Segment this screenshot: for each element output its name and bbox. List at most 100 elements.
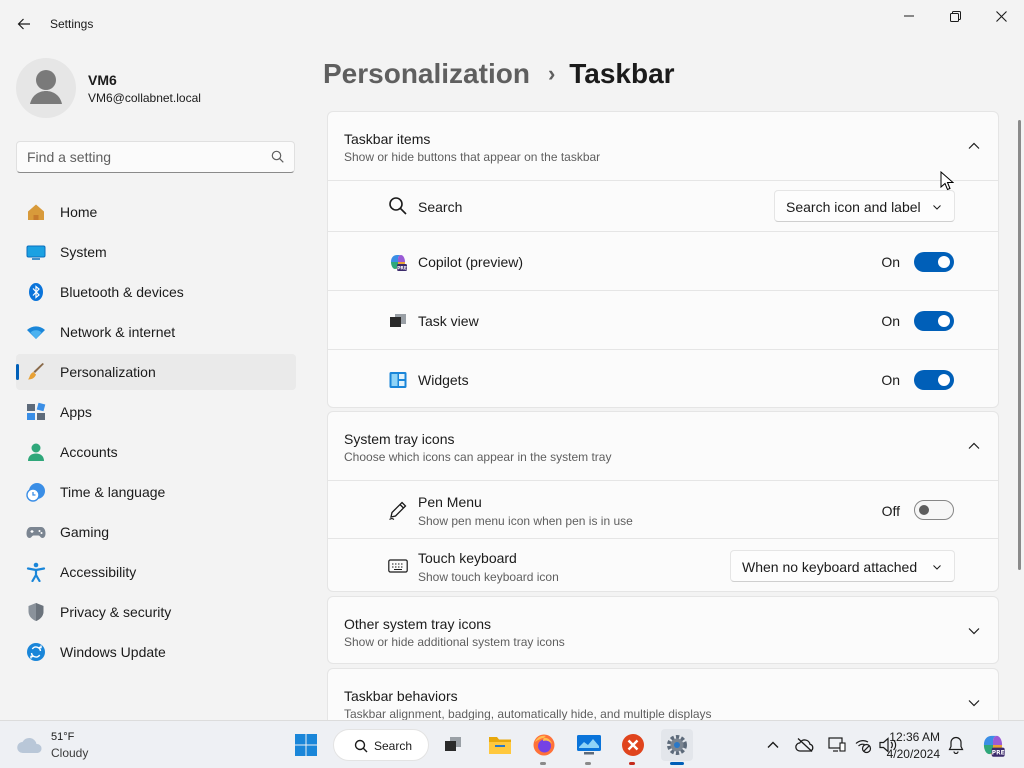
chevron-up-icon (767, 741, 779, 748)
notifications-button[interactable] (946, 735, 966, 755)
setting-description: Show pen menu icon when pen is in use (418, 514, 633, 528)
mouse-cursor-icon (940, 171, 954, 191)
toggle-state-text: On (881, 254, 900, 270)
sidebar-item-label: Bluetooth & devices (60, 284, 184, 300)
task-view-toggle[interactable] (914, 311, 954, 331)
chevron-down-icon (933, 205, 941, 210)
pen-menu-toggle[interactable] (914, 500, 954, 520)
taskbar-items-section: Taskbar items Show or hide buttons that … (327, 111, 999, 408)
sidebar-item-privacy-security[interactable]: Privacy & security (16, 594, 296, 630)
widgets-setting-row: Widgets On (328, 349, 998, 408)
clock-date[interactable]: 4/20/2024 (887, 747, 940, 761)
section-title: Taskbar behaviors (344, 688, 458, 704)
wifi-icon (27, 326, 45, 339)
setting-label: Touch keyboard (418, 550, 517, 566)
taskbar-behaviors-section[interactable]: Taskbar behaviors Taskbar alignment, bad… (327, 668, 999, 721)
running-indicator (629, 762, 635, 765)
settings-gear-icon (667, 735, 687, 755)
user-name: VM6 (88, 72, 117, 88)
search-icon (354, 739, 368, 753)
sidebar-item-apps[interactable]: Apps (16, 394, 296, 430)
setting-label: Task view (418, 313, 479, 329)
page-title: Taskbar (569, 58, 675, 89)
user-email: VM6@collabnet.local (88, 91, 201, 105)
taskbar-items-header[interactable]: Taskbar items Show or hide buttons that … (328, 112, 998, 180)
display-icon (828, 737, 846, 752)
sidebar-item-label: Windows Update (60, 644, 166, 660)
network-tray-button[interactable] (853, 735, 873, 755)
sidebar-item-label: Accounts (60, 444, 118, 460)
find-setting-search[interactable] (16, 141, 295, 173)
sidebar-item-accounts[interactable]: Accounts (16, 434, 296, 470)
widgets-toggle[interactable] (914, 370, 954, 390)
scrollbar[interactable] (1018, 120, 1021, 570)
firefox-button[interactable] (528, 729, 560, 765)
touch-keyboard-dropdown[interactable]: When no keyboard attached (730, 550, 955, 582)
setting-label: Search (418, 199, 463, 215)
close-button[interactable] (978, 0, 1024, 32)
sidebar-item-label: Apps (60, 404, 92, 420)
sidebar-item-gaming[interactable]: Gaming (16, 514, 296, 550)
chevron-down-icon (933, 565, 941, 570)
onedrive-tray-button[interactable] (795, 735, 815, 755)
task-view-icon (390, 314, 406, 327)
start-button[interactable] (290, 729, 322, 761)
windows-taskbar: 51°F Cloudy Search 12:36 AM 4/20/2024 PR… (0, 720, 1024, 768)
maximize-button[interactable] (932, 0, 978, 32)
taskbar-search[interactable]: Search (333, 729, 429, 761)
back-arrow-icon (17, 18, 30, 30)
running-indicator (540, 762, 546, 765)
search-input[interactable] (27, 148, 267, 166)
setting-description: Show touch keyboard icon (418, 570, 559, 584)
copilot-toggle[interactable] (914, 252, 954, 272)
accounts-icon (28, 443, 44, 461)
error-app-button[interactable] (617, 729, 649, 765)
sidebar-item-accessibility[interactable]: Accessibility (16, 554, 296, 590)
user-avatar-icon (30, 70, 62, 104)
section-title: Taskbar items (344, 131, 431, 147)
minimize-button[interactable] (886, 0, 932, 32)
setting-label: Widgets (418, 372, 469, 388)
widgets-icon (389, 372, 407, 388)
error-app-icon (622, 734, 644, 756)
copilot-taskbar-button[interactable]: PRE (980, 732, 1006, 758)
toggle-state-text: On (881, 313, 900, 329)
sidebar-item-bluetooth-devices[interactable]: Bluetooth & devices (16, 274, 296, 310)
section-subtitle: Show or hide buttons that appear on the … (344, 150, 601, 164)
sidebar-item-personalization[interactable]: Personalization (16, 354, 296, 390)
gamepad-icon (26, 527, 46, 538)
search-icon (271, 150, 284, 168)
settings-taskbar-button[interactable] (661, 729, 693, 765)
breadcrumb-parent[interactable]: Personalization (323, 58, 530, 90)
file-explorer-icon (489, 737, 511, 754)
section-subtitle: Taskbar alignment, badging, automaticall… (344, 707, 712, 721)
avatar[interactable] (16, 58, 76, 118)
setting-label: Copilot (preview) (418, 254, 524, 270)
sidebar-item-label: Network & internet (60, 324, 176, 340)
system-tray-icons-header[interactable]: System tray icons Choose which icons can… (328, 412, 998, 480)
copilot-icon: PRE (391, 255, 407, 271)
other-system-tray-icons-section[interactable]: Other system tray icons Show or hide add… (327, 596, 999, 664)
pen-icon (389, 501, 407, 520)
update-icon (27, 643, 45, 661)
back-button[interactable] (12, 12, 36, 36)
file-explorer-button[interactable] (484, 729, 516, 761)
cloud-icon (17, 737, 42, 754)
sidebar-item-time-language[interactable]: Time & language (16, 474, 296, 510)
search-mode-dropdown[interactable]: Search icon and label (774, 190, 955, 222)
dropdown-value: When no keyboard attached (742, 559, 918, 575)
show-hidden-icons-button[interactable] (763, 735, 783, 755)
weather-widget[interactable]: 51°F Cloudy (16, 729, 116, 761)
windows-logo-icon (295, 734, 317, 756)
task-view-button[interactable] (437, 729, 469, 761)
shield-icon (28, 603, 44, 621)
sidebar-item-label: Home (60, 204, 98, 220)
display-tray-button[interactable] (827, 735, 847, 755)
sidebar-item-windows-update[interactable]: Windows Update (16, 634, 296, 670)
sidebar-item-home[interactable]: Home (16, 194, 296, 230)
chevron-down-icon (968, 628, 980, 635)
sidebar-item-system[interactable]: System (16, 234, 296, 270)
sidebar-item-network-internet[interactable]: Network & internet (16, 314, 296, 350)
clock-time[interactable]: 12:36 AM (889, 730, 940, 744)
remote-desktop-button[interactable] (573, 729, 605, 765)
